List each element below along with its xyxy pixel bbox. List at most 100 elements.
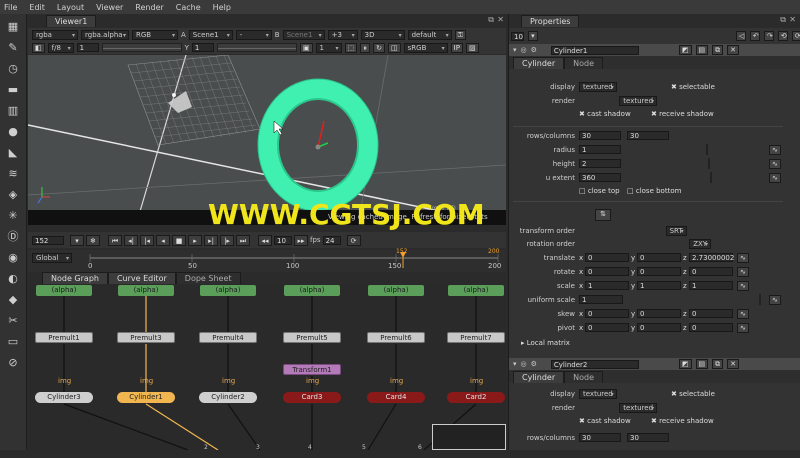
tab-node[interactable]: Node (564, 371, 604, 383)
filter-icon[interactable]: ◣ (6, 146, 20, 160)
render-dropdown[interactable]: textured (619, 403, 658, 413)
skip-forward-icon[interactable]: ▸▸ (294, 234, 308, 246)
radius-slider[interactable] (705, 144, 708, 155)
receive-shadow-checkbox[interactable]: ✖ receive shadow (651, 417, 714, 425)
step-back-icon[interactable]: |◂ (140, 234, 154, 246)
image-icon[interactable]: ▦ (6, 20, 20, 34)
step-forward-icon[interactable]: ▸| (204, 234, 218, 246)
circle-icon[interactable]: ● (6, 125, 20, 139)
cylinder3-node[interactable]: Cylinder3 (35, 392, 93, 403)
skew-x-field[interactable]: 0 (585, 309, 629, 318)
menu-edit[interactable]: Edit (29, 3, 45, 12)
first-frame-icon[interactable]: ⏮ (108, 234, 122, 246)
node-graph[interactable]: (alpha) (alpha) (alpha) (alpha) (alpha) … (28, 284, 506, 450)
curve-icon[interactable]: ∿ (769, 295, 781, 305)
translate-y-field[interactable]: 0 (637, 253, 681, 262)
collapse-icon[interactable]: ▾ (513, 360, 517, 368)
rotation-order-dropdown[interactable]: ZXY (689, 239, 712, 249)
copy-icon[interactable]: ▤ (695, 45, 709, 55)
pivot-z-field[interactable]: 0 (689, 323, 733, 332)
alpha-channel-dropdown[interactable]: rgba.alpha (81, 29, 129, 40)
menu-layout[interactable]: Layout (57, 3, 84, 12)
increment-field[interactable]: 10 (274, 235, 292, 245)
node-settings-icon[interactable]: ⚙ (531, 360, 537, 368)
expand-icon[interactable]: ◩ (678, 45, 692, 55)
premult-node-3[interactable]: Premult3 (117, 332, 175, 343)
channel-icon[interactable]: ▬ (6, 83, 20, 97)
layers-icon[interactable]: ≋ (6, 167, 20, 181)
deep-icon[interactable]: Ⓓ (6, 230, 20, 244)
u-extent-slider[interactable] (709, 172, 712, 183)
skew-y-field[interactable]: 0 (637, 309, 681, 318)
color-icon[interactable]: ▥ (6, 104, 20, 118)
close-icon[interactable]: ✕ (497, 15, 504, 24)
lut-dropdown[interactable]: default (407, 29, 452, 40)
revert-icon[interactable]: ⟲ (777, 31, 788, 41)
current-frame-field[interactable]: 152 (32, 235, 64, 245)
tab-viewer1[interactable]: Viewer1 (46, 15, 97, 27)
card4-node[interactable]: Card4 (367, 392, 425, 403)
display-dropdown[interactable]: textured (579, 82, 617, 92)
other-icon[interactable]: ⊘ (6, 356, 20, 370)
node-settings-icon[interactable]: ⚙ (531, 46, 537, 54)
premult-node-7[interactable]: Premult7 (447, 332, 505, 343)
cylinder2-node[interactable]: Cylinder2 (199, 392, 257, 403)
gamma-field[interactable]: 1 (191, 43, 214, 52)
a-input-dropdown[interactable]: Scene1 (188, 29, 233, 40)
colorspace-dropdown[interactable]: sRGB (403, 42, 448, 53)
translate-x-field[interactable]: 0 (585, 253, 629, 262)
views-icon[interactable]: ◐ (6, 272, 20, 286)
card3-node[interactable]: Card3 (283, 392, 341, 403)
timeline-ruler[interactable]: Global 0 50 100 150 200 152 200 (28, 248, 506, 272)
translate-z-field[interactable]: 2.73000002 (689, 253, 734, 262)
height-slider[interactable] (707, 158, 710, 169)
selectable-checkbox[interactable]: ✖ selectable (671, 83, 715, 91)
menu-help[interactable]: Help (213, 3, 231, 12)
menu-render[interactable]: Render (135, 3, 163, 12)
clear-panels-icon[interactable]: ◁ (735, 31, 746, 41)
float-icon[interactable]: ⧉ (780, 15, 786, 25)
clip-icon[interactable]: ◫ (388, 42, 401, 53)
fstop-dropdown[interactable]: f/8 (47, 42, 74, 53)
tab-node[interactable]: Node (564, 57, 604, 69)
height-field[interactable]: 2 (579, 159, 621, 168)
range-dropdown[interactable]: Global (32, 253, 72, 263)
restore-icon[interactable]: ⟳ (791, 31, 800, 41)
read-node-6[interactable]: (alpha) (448, 285, 504, 296)
refresh-icon[interactable]: ↻ (373, 42, 386, 53)
read-node-4[interactable]: (alpha) (284, 285, 340, 296)
tab-properties[interactable]: Properties (521, 15, 580, 27)
pivot-y-field[interactable]: 0 (637, 323, 681, 332)
metadata-icon[interactable]: ◆ (6, 293, 20, 307)
card2-node[interactable]: Card2 (447, 392, 505, 403)
close-panel-icon[interactable]: ✕ (727, 45, 740, 55)
premult-node-1[interactable]: Premult1 (35, 332, 93, 343)
channels-dropdown[interactable]: rgba (32, 29, 78, 40)
gain-slider[interactable] (101, 43, 182, 52)
pause-icon[interactable]: ⏸ (360, 42, 371, 53)
columns-field[interactable]: 30 (627, 131, 669, 140)
curve-icon[interactable]: ∿ (737, 323, 749, 333)
play-backward-icon[interactable]: ◂ (156, 234, 170, 246)
render-dropdown[interactable]: textured (619, 96, 658, 106)
lock-panels-icon[interactable]: ▾ (527, 31, 538, 41)
max-panels-field[interactable]: 10 (511, 31, 524, 41)
columns-field[interactable]: 30 (627, 433, 669, 442)
undo-icon[interactable]: ↶ (749, 31, 760, 41)
navigator-minimap[interactable] (432, 424, 506, 450)
view-mode-dropdown[interactable]: 3D (360, 29, 405, 40)
gain-dropdown[interactable]: +3 (327, 29, 358, 40)
paint-brush-icon[interactable]: ✎ (6, 41, 20, 55)
downscale-dropdown[interactable]: 1 (315, 42, 342, 53)
premult-node-4[interactable]: Premult4 (199, 332, 257, 343)
menu-file[interactable]: File (4, 3, 17, 12)
u-extent-field[interactable]: 360 (579, 173, 621, 182)
premult-node-5[interactable]: Premult5 (283, 332, 341, 343)
roi-icon[interactable]: ⬚ (344, 42, 358, 53)
rotate-x-field[interactable]: 0 (585, 267, 629, 276)
curve-icon[interactable]: ∿ (737, 281, 749, 291)
lock-icon[interactable]: ⚿ (454, 29, 466, 40)
cylinder2-name-field[interactable]: Cylinder2 (550, 359, 639, 369)
curve-icon[interactable]: ∿ (769, 145, 781, 155)
ip-icon[interactable]: IP (450, 42, 463, 53)
